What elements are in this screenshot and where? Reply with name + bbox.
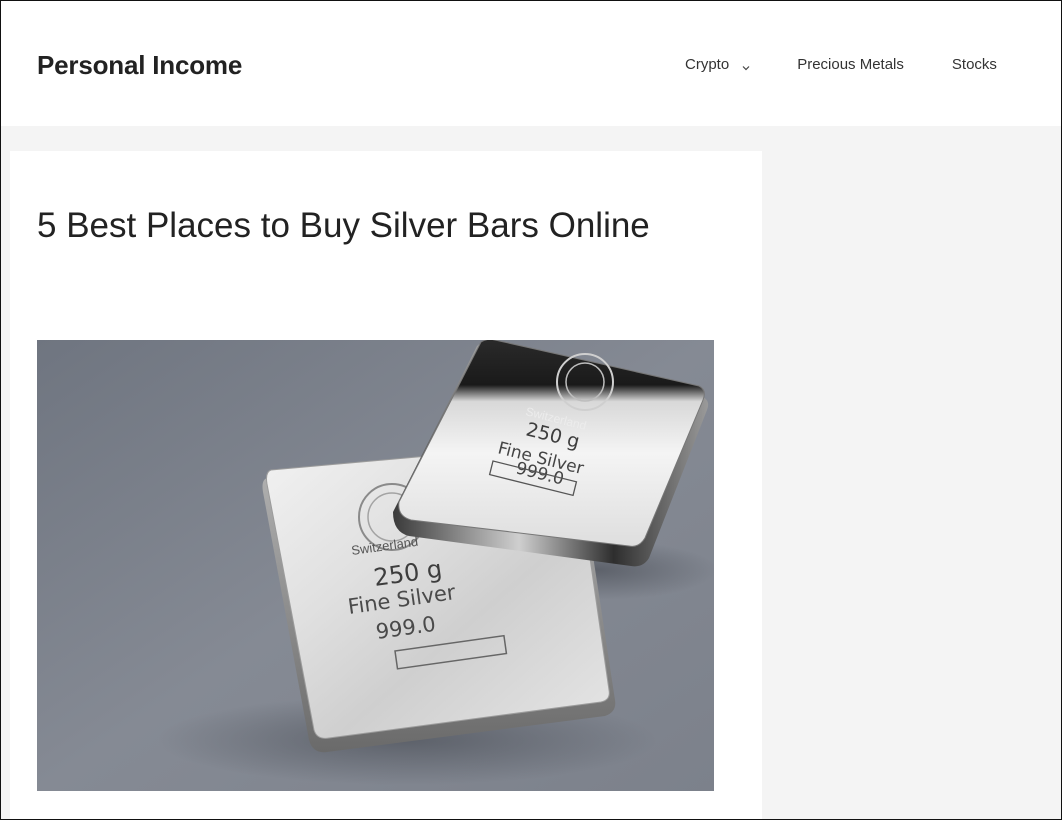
browser-viewport: Personal Income Crypto Precious Metals S…: [0, 0, 1062, 820]
nav-item-label: Precious Metals: [797, 56, 904, 73]
post-card: 5 Best Places to Buy Silver Bars Online: [10, 151, 762, 819]
chevron-down-icon: [741, 60, 751, 70]
nav-item-label: Crypto: [685, 56, 730, 73]
nav-item-stocks[interactable]: Stocks: [952, 56, 997, 73]
site-title[interactable]: Personal Income: [37, 50, 242, 81]
site-header: Personal Income Crypto Precious Metals S…: [1, 1, 1061, 126]
featured-image[interactable]: Switzerland 250 g Fine Silver 999.0 Swit…: [37, 340, 714, 791]
main-navigation: Crypto Precious Metals Stocks: [685, 56, 997, 73]
nav-item-label: Stocks: [951, 56, 997, 73]
nav-item-precious-metals[interactable]: Precious Metals: [797, 56, 904, 73]
nav-item-crypto[interactable]: Crypto: [685, 56, 751, 73]
post-title[interactable]: 5 Best Places to Buy Silver Bars Online: [37, 204, 697, 247]
